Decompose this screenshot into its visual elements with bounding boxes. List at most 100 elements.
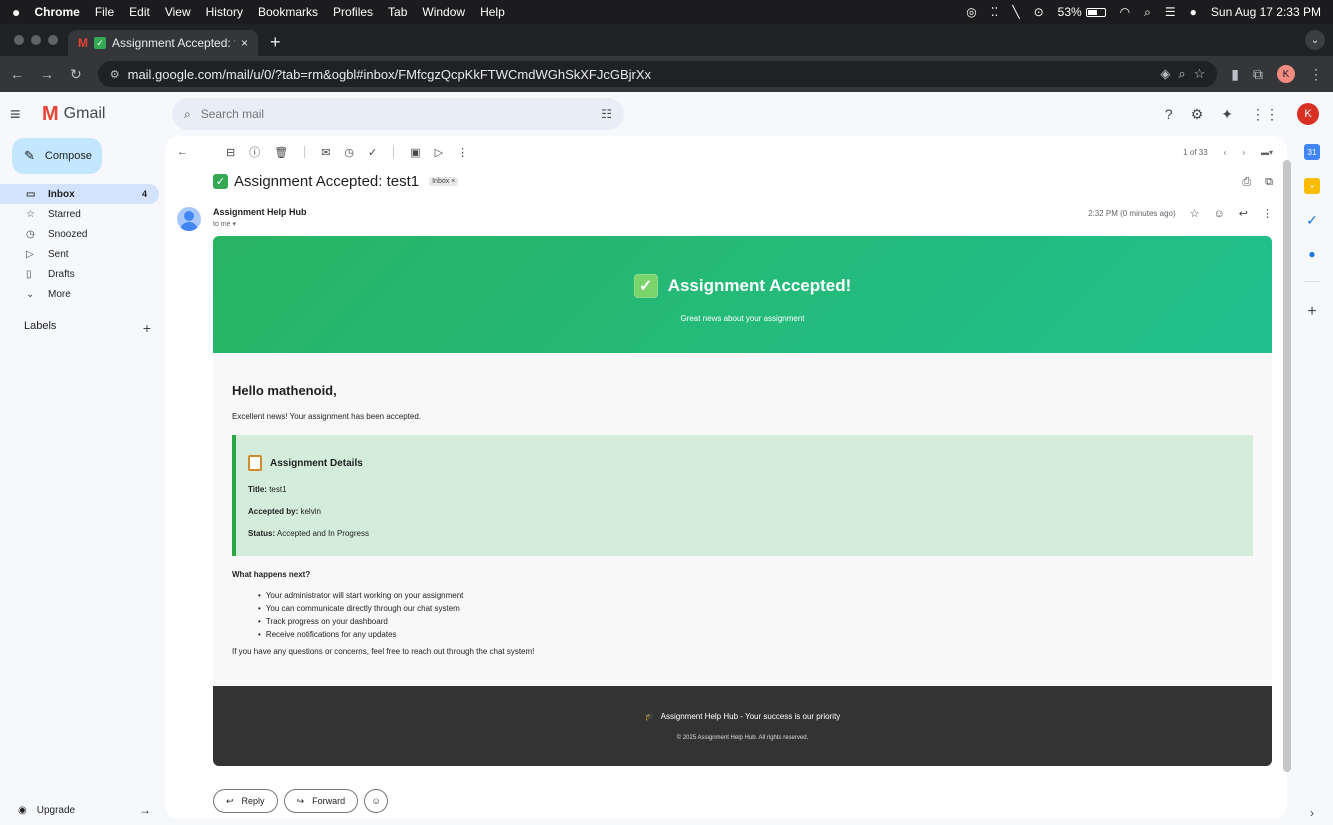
recipient-details[interactable]: to me ▾ (213, 220, 236, 228)
extension-icon[interactable]: ▮ (1231, 66, 1239, 83)
print-icon[interactable]: ⎙ (1242, 176, 1251, 189)
forward-label: Forward (312, 796, 346, 806)
star-icon[interactable]: ☆ (1190, 207, 1200, 220)
control-center-icon[interactable]: ☰ (1165, 5, 1176, 19)
reply-icon[interactable]: ↩ (1239, 207, 1248, 220)
url-text[interactable]: mail.google.com/mail/u/0/?tab=rm&ogbl#in… (128, 67, 1153, 82)
input-tools-icon[interactable]: ▬▾ (1261, 148, 1273, 157)
siri-icon[interactable]: ● (1190, 5, 1197, 19)
search-icon[interactable]: ⌕ (184, 107, 191, 122)
menu-help[interactable]: Help (480, 5, 505, 19)
tab-search-button[interactable]: ⌄ (1305, 30, 1325, 50)
site-info-icon[interactable]: ⚙ (110, 68, 120, 81)
minimize-window-button[interactable] (31, 35, 41, 45)
upgrade-button[interactable]: ◉ Upgrade → (18, 803, 151, 817)
contacts-icon[interactable]: ● (1304, 246, 1320, 262)
add-addon-icon[interactable]: + (1304, 303, 1320, 320)
eye-icon[interactable]: ◈ (1160, 66, 1170, 82)
compose-button[interactable]: ✎ Compose (12, 138, 102, 174)
fingerprint-icon[interactable]: ◎ (966, 5, 976, 19)
back-to-inbox-icon[interactable]: ← (177, 146, 188, 158)
subject-text: Assignment Accepted: test1 (234, 173, 420, 190)
search-options-icon[interactable]: ☷ (601, 107, 612, 121)
mark-unread-icon[interactable]: ✉ (321, 146, 330, 159)
tasks-icon[interactable]: ✓ (1304, 212, 1320, 228)
label-icon[interactable]: ▷ (435, 146, 443, 159)
archive-icon[interactable]: ⊟ (226, 146, 235, 159)
emoji-react-button[interactable]: ☺ (364, 789, 389, 813)
older-chevron-icon[interactable]: › (1242, 148, 1245, 157)
settings-gear-icon[interactable]: ⚙ (1191, 106, 1204, 123)
menu-tab[interactable]: Tab (388, 5, 407, 19)
newer-chevron-icon[interactable]: ‹ (1224, 148, 1227, 157)
reload-icon[interactable]: ↻ (70, 66, 82, 83)
forward-button[interactable]: ↪ Forward (283, 789, 359, 813)
reply-icon: ↩ (226, 795, 234, 806)
address-bar[interactable]: ⚙ mail.google.com/mail/u/0/?tab=rm&ogbl#… (97, 61, 1218, 87)
move-to-icon[interactable]: ▣ (410, 146, 420, 159)
message-scrollbar[interactable] (1283, 160, 1291, 772)
account-avatar[interactable]: K (1297, 103, 1319, 125)
menu-edit[interactable]: Edit (129, 5, 150, 19)
search-bar[interactable]: ⌕ ☷ (172, 98, 624, 130)
zoom-window-button[interactable] (48, 35, 58, 45)
slash-icon[interactable]: ╲ (1012, 5, 1019, 19)
wifi-icon[interactable]: ◠ (1120, 5, 1130, 19)
keep-icon[interactable]: ▪ (1304, 178, 1320, 194)
main-menu-icon[interactable]: ≡ (10, 104, 30, 125)
more-vert-icon[interactable]: ⋮ (1262, 207, 1273, 220)
snooze-icon[interactable]: ◷ (344, 146, 354, 159)
sender-avatar[interactable] (177, 207, 201, 231)
menu-file[interactable]: File (95, 5, 114, 19)
extensions-puzzle-icon[interactable]: ⧉ (1253, 66, 1263, 83)
dots-icon[interactable]: ⁚⁚ (991, 5, 999, 19)
menu-view[interactable]: View (165, 5, 191, 19)
menubar-clock[interactable]: Sun Aug 17 2:33 PM (1211, 5, 1321, 19)
expand-panel-chevron-icon[interactable]: › (1304, 805, 1320, 821)
gmail-logo[interactable]: M Gmail (42, 103, 172, 126)
apps-grid-icon[interactable]: ⋮⋮ (1251, 106, 1279, 123)
search-input[interactable] (200, 107, 592, 121)
battery-indicator[interactable]: 53% (1058, 5, 1106, 19)
inbox-label-badge[interactable]: Inbox × (429, 177, 459, 186)
apple-icon[interactable]: ● (12, 4, 20, 20)
calendar-icon[interactable]: 31 (1304, 144, 1320, 160)
hero-subtitle: Great news about your assignment (680, 314, 805, 323)
close-tab-icon[interactable]: × (241, 36, 248, 50)
menu-profiles[interactable]: Profiles (333, 5, 373, 19)
browser-tab-active[interactable]: M ✓ Assignment Accepted: te × (68, 30, 258, 56)
play-circle-icon[interactable]: ⊙ (1034, 5, 1044, 19)
sidebar-item-sent[interactable]: ▷ Sent (0, 244, 159, 264)
new-tab-button[interactable]: + (270, 32, 281, 53)
open-new-window-icon[interactable]: ⧉ (1265, 176, 1273, 189)
more-options-icon[interactable]: ⋮ (457, 146, 468, 159)
menu-bookmarks[interactable]: Bookmarks (258, 5, 318, 19)
report-spam-icon[interactable]: ⓘ (249, 144, 260, 160)
gemini-sparkle-icon[interactable]: ✦ (1221, 106, 1233, 123)
greeting: Hello mathenoid, (232, 383, 337, 398)
menu-chrome[interactable]: Chrome (34, 5, 79, 19)
add-label-icon[interactable]: + (143, 320, 151, 336)
browser-menu-icon[interactable]: ⋮ (1309, 66, 1323, 83)
forward-arrow-icon[interactable]: → (40, 66, 54, 82)
bookmark-star-icon[interactable]: ☆ (1194, 66, 1206, 82)
help-icon[interactable]: ? (1165, 106, 1173, 122)
browser-profile-avatar[interactable]: K (1277, 65, 1295, 83)
back-arrow-icon[interactable]: ← (10, 66, 24, 82)
chevron-down-icon: ⌄ (26, 288, 35, 300)
sidebar-item-inbox[interactable]: ▭ Inbox 4 (0, 184, 159, 204)
sender-name[interactable]: Assignment Help Hub (213, 207, 307, 217)
spotlight-icon[interactable]: ⌕ (1144, 5, 1151, 20)
sidebar-item-snoozed[interactable]: ◷ Snoozed (0, 224, 159, 244)
close-window-button[interactable] (14, 35, 24, 45)
add-task-icon[interactable]: ✓ (368, 146, 377, 159)
sidebar-item-drafts[interactable]: ▯ Drafts (0, 264, 159, 284)
sidebar-item-starred[interactable]: ☆ Starred (0, 204, 159, 224)
emoji-react-icon[interactable]: ☺ (1214, 208, 1225, 220)
menu-history[interactable]: History (206, 5, 243, 19)
menu-window[interactable]: Window (422, 5, 465, 19)
zoom-icon[interactable]: ⌕ (1178, 66, 1185, 82)
sidebar-item-more[interactable]: ⌄ More (0, 284, 159, 304)
delete-icon[interactable]: 🗑 (274, 146, 288, 159)
reply-button[interactable]: ↩ Reply (213, 789, 278, 813)
